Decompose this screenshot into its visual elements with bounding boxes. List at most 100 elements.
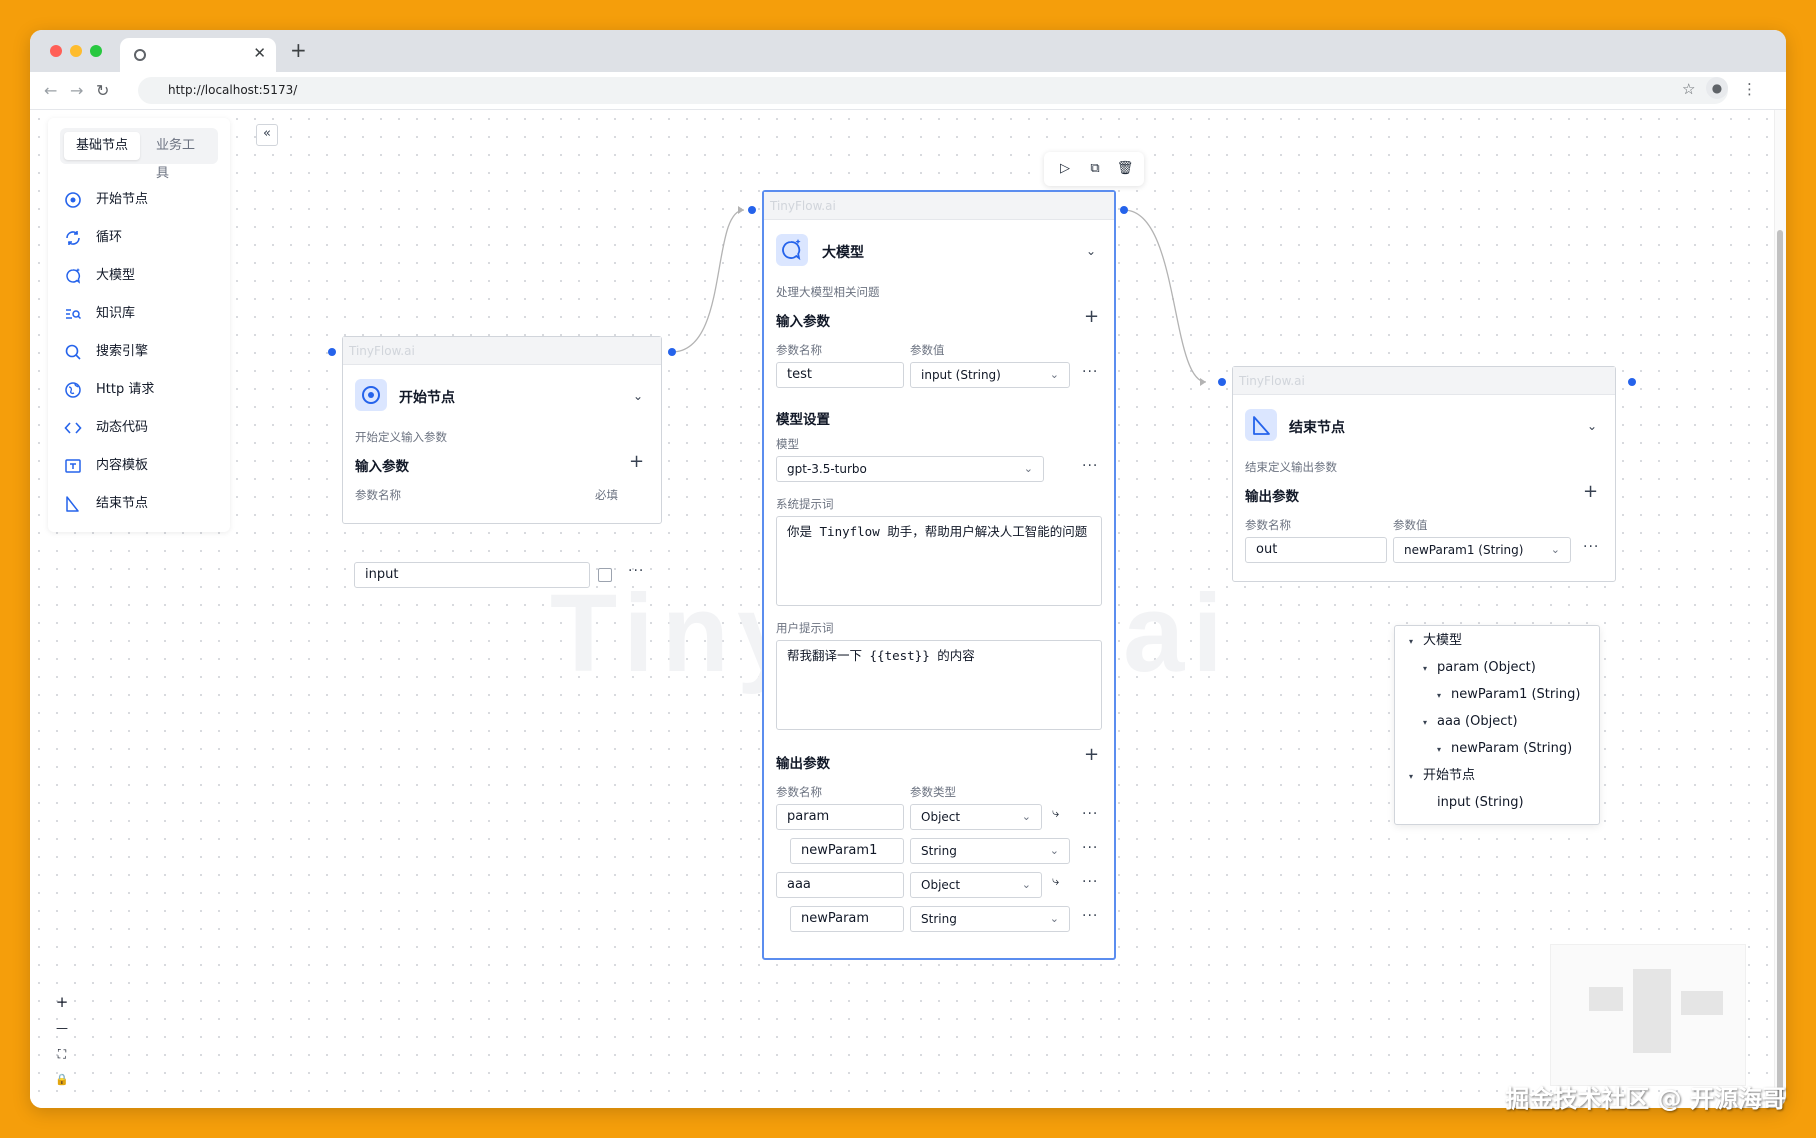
profile-avatar-icon[interactable]: ●	[1706, 77, 1728, 99]
add-param-button[interactable]: +	[629, 451, 644, 472]
reload-icon[interactable]: ↻	[96, 81, 109, 100]
back-icon[interactable]: ←	[44, 81, 57, 100]
copy-icon[interactable]: ⧉	[1086, 160, 1104, 178]
tab-business-tools[interactable]: 业务工具	[144, 132, 218, 181]
lock-button[interactable]: 🔒	[50, 1068, 74, 1092]
param-more-icon[interactable]: ···	[1082, 806, 1098, 822]
new-tab-button[interactable]: +	[290, 38, 307, 62]
tree-item-aaa[interactable]: ▾ aaa (Object)	[1423, 711, 1518, 733]
end-node[interactable]: TinyFlow.ai 结束节点 ⌄ 结束定义输出参数 输出参数 + 参数名称 …	[1232, 366, 1616, 582]
add-input-param-button[interactable]: +	[1084, 306, 1099, 327]
llm-node[interactable]: TinyFlow.ai 大模型 ⌄ 处理大模型相关问题 输入参数 + 参数名称 …	[762, 190, 1116, 960]
system-prompt-textarea[interactable]: 你是 Tinyflow 助手，帮助用户解决人工智能的问题	[776, 516, 1102, 606]
col-param-value: 参数值	[910, 343, 945, 357]
param-more-icon[interactable]: ···	[1082, 874, 1098, 890]
chevron-down-icon[interactable]: ⌄	[1587, 419, 1597, 433]
fit-view-button[interactable]: ⛶	[50, 1042, 74, 1066]
collapse-sidebar-button[interactable]: «	[256, 124, 278, 146]
knowledge-icon	[66, 309, 82, 320]
minimize-window-button[interactable]	[70, 45, 82, 57]
llm-node-output-handle[interactable]	[1120, 206, 1128, 214]
llm-input-param-value-select[interactable]: input (String) ⌄	[910, 362, 1070, 388]
start-node-input-handle[interactable]	[328, 348, 336, 356]
output-param-name[interactable]: param	[776, 804, 904, 830]
add-output-param-button[interactable]: +	[1084, 744, 1099, 765]
sidebar-item-knowledge[interactable]: 知识库	[60, 298, 220, 330]
sidebar-item-code[interactable]: 动态代码	[60, 412, 220, 444]
template-icon	[65, 459, 81, 473]
add-child-param-icon[interactable]: ⤷	[1052, 806, 1059, 821]
minimap[interactable]	[1550, 944, 1746, 1086]
tab-bar: ✕ +	[30, 30, 1786, 72]
edge-arrow-end	[1200, 378, 1206, 386]
output-child-param-name[interactable]: newParam1	[790, 838, 904, 864]
browser-tab[interactable]: ✕	[120, 38, 276, 72]
close-window-button[interactable]	[50, 45, 62, 57]
flow-canvas[interactable]: TinyFlow.ai 基础节点 业务工具 开始节点 循环 大模型	[30, 110, 1774, 1108]
tree-item-start-node[interactable]: ▾ 开始节点	[1409, 765, 1475, 787]
tree-item-newparam1[interactable]: ▾ newParam1 (String)	[1437, 684, 1580, 706]
sidebar-item-end[interactable]: 结束节点	[60, 488, 220, 520]
model-select[interactable]: gpt-3.5-turbo ⌄	[776, 456, 1044, 482]
user-prompt-textarea[interactable]: 帮我翻译一下 {{test}} 的内容	[776, 640, 1102, 730]
output-type-select[interactable]: Object ⌄	[910, 872, 1042, 898]
tree-item-param[interactable]: ▾ param (Object)	[1423, 657, 1536, 679]
palette-tabs: 基础节点 业务工具	[60, 128, 218, 181]
output-param-name[interactable]: aaa	[776, 872, 904, 898]
start-node-output-handle[interactable]	[668, 348, 676, 356]
sidebar-item-template[interactable]: 内容模板	[60, 450, 220, 482]
param-more-icon[interactable]: ···	[1082, 364, 1098, 380]
browser-menu-icon[interactable]: ⋮	[1742, 80, 1757, 98]
output-type-select[interactable]: String ⌄	[910, 838, 1070, 864]
node-toolbar: ▷ ⧉ 🗑	[1044, 152, 1144, 186]
end-node-output-handle[interactable]	[1628, 378, 1636, 386]
forward-icon[interactable]: →	[70, 81, 83, 100]
output-type-select[interactable]: Object ⌄	[910, 804, 1042, 830]
sidebar-item-http[interactable]: Http 请求	[60, 374, 220, 406]
param-more-icon[interactable]: ···	[1082, 840, 1098, 856]
close-tab-icon[interactable]: ✕	[253, 44, 266, 62]
tree-item-llm[interactable]: ▾ 大模型	[1409, 630, 1462, 652]
end-node-desc: 结束定义输出参数	[1245, 460, 1337, 474]
url-input[interactable]: http://localhost:5173/	[138, 77, 1728, 104]
output-child-param-name[interactable]: newParam	[790, 906, 904, 932]
param-more-icon[interactable]: ···	[1583, 539, 1599, 555]
llm-input-param-name[interactable]: test	[776, 362, 904, 388]
start-node[interactable]: TinyFlow.ai 开始节点 ⌄ 开始定义输入参数 输入参数 + 参数名称 …	[342, 336, 662, 524]
chevron-down-icon[interactable]: ⌄	[1086, 244, 1096, 258]
param-more-icon[interactable]: ···	[628, 563, 644, 579]
tab-basic-nodes[interactable]: 基础节点	[64, 132, 141, 160]
sidebar-item-loop[interactable]: 循环	[60, 222, 220, 254]
output-type-select[interactable]: String ⌄	[910, 906, 1070, 932]
bookmark-star-icon[interactable]: ☆	[1682, 80, 1695, 98]
llm-node-input-handle[interactable]	[748, 206, 756, 214]
end-param-name[interactable]: out	[1245, 537, 1387, 563]
required-checkbox[interactable]	[598, 568, 612, 582]
tree-item-newparam[interactable]: ▾ newParam (String)	[1437, 738, 1572, 760]
system-prompt-label: 系统提示词	[776, 497, 834, 511]
model-more-icon[interactable]: ···	[1082, 458, 1098, 474]
scrollbar-thumb[interactable]	[1777, 230, 1783, 1108]
model-settings-title: 模型设置	[776, 412, 830, 428]
maximize-window-button[interactable]	[90, 45, 102, 57]
zoom-in-button[interactable]: +	[50, 990, 74, 1014]
minimap-node-llm	[1633, 969, 1671, 1053]
sidebar-item-search-engine[interactable]: 搜索引擎	[60, 336, 220, 368]
zoom-out-button[interactable]: —	[50, 1016, 74, 1040]
add-output-param-button[interactable]: +	[1583, 481, 1598, 502]
vertical-scrollbar[interactable]	[1774, 110, 1786, 1108]
sidebar-item-start[interactable]: 开始节点	[60, 184, 220, 216]
run-icon[interactable]: ▷	[1056, 160, 1074, 178]
end-param-value-select[interactable]: newParam1 (String) ⌄	[1393, 537, 1571, 563]
sidebar-item-llm[interactable]: 大模型	[60, 260, 220, 292]
end-node-input-handle[interactable]	[1218, 378, 1226, 386]
delete-icon[interactable]: 🗑	[1116, 160, 1134, 178]
llm-node-title: 大模型	[822, 245, 864, 261]
start-node-brand: TinyFlow.ai	[343, 337, 661, 365]
start-param-input[interactable]: input	[354, 562, 590, 588]
chevron-down-icon[interactable]: ⌄	[633, 389, 643, 403]
tree-item-input[interactable]: input (String)	[1437, 792, 1524, 814]
param-more-icon[interactable]: ···	[1082, 908, 1098, 924]
add-child-param-icon[interactable]: ⤷	[1052, 874, 1059, 889]
start-node-title: 开始节点	[399, 390, 455, 406]
